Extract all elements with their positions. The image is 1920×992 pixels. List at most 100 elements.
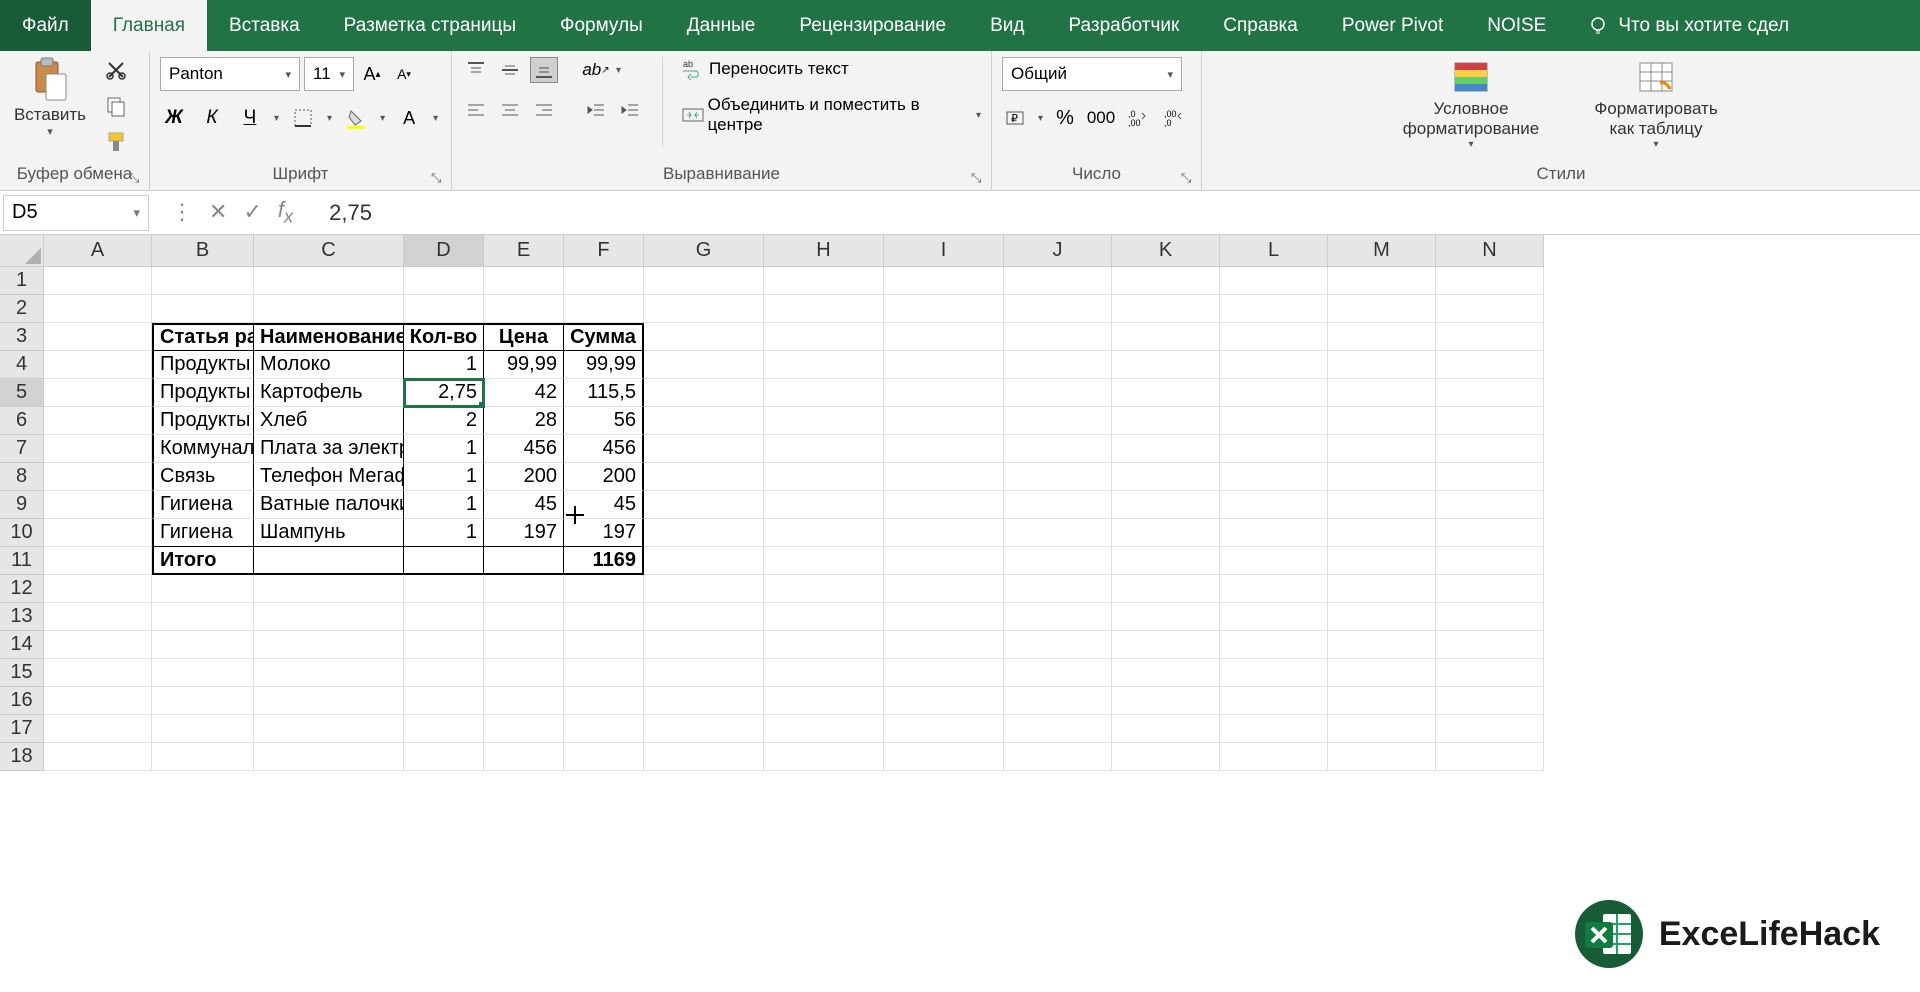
cell-L14[interactable] [1220, 631, 1328, 659]
cell-A2[interactable] [44, 295, 152, 323]
cell-K14[interactable] [1112, 631, 1220, 659]
cell-J14[interactable] [1004, 631, 1112, 659]
align-middle-button[interactable] [496, 57, 524, 83]
col-header-L[interactable]: L [1220, 235, 1328, 267]
cell-C3[interactable]: Наименование [254, 323, 404, 351]
row-header-12[interactable]: 12 [0, 575, 44, 603]
cell-A4[interactable] [44, 351, 152, 379]
cell-L2[interactable] [1220, 295, 1328, 323]
cell-D1[interactable] [404, 267, 484, 295]
cell-J4[interactable] [1004, 351, 1112, 379]
cell-I4[interactable] [884, 351, 1004, 379]
cell-J5[interactable] [1004, 379, 1112, 407]
cell-M15[interactable] [1328, 659, 1436, 687]
cell-M2[interactable] [1328, 295, 1436, 323]
cell-F14[interactable] [564, 631, 644, 659]
cell-N10[interactable] [1436, 519, 1544, 547]
number-format-combo[interactable]: ▾ [1002, 57, 1182, 91]
cell-M14[interactable] [1328, 631, 1436, 659]
conditional-format-button[interactable]: Условное форматирование ▾ [1391, 57, 1551, 152]
cell-C9[interactable]: Ватные палочки [254, 491, 404, 519]
font-launcher[interactable]: ⤡ [431, 170, 447, 186]
cell-I3[interactable] [884, 323, 1004, 351]
cell-H17[interactable] [764, 715, 884, 743]
align-left-button[interactable] [462, 97, 490, 123]
cell-M5[interactable] [1328, 379, 1436, 407]
cell-K2[interactable] [1112, 295, 1220, 323]
accounting-format-button[interactable]: ₽ [1002, 105, 1030, 131]
row-header-17[interactable]: 17 [0, 715, 44, 743]
cell-B9[interactable]: Гигиена [152, 491, 254, 519]
cell-I17[interactable] [884, 715, 1004, 743]
cell-A12[interactable] [44, 575, 152, 603]
cell-G15[interactable] [644, 659, 764, 687]
percent-button[interactable]: % [1051, 105, 1079, 131]
cell-E8[interactable]: 200 [484, 463, 564, 491]
cell-C8[interactable]: Телефон Мегаф [254, 463, 404, 491]
cell-N2[interactable] [1436, 295, 1544, 323]
cell-D3[interactable]: Кол-во [404, 323, 484, 351]
cell-G17[interactable] [644, 715, 764, 743]
cell-K11[interactable] [1112, 547, 1220, 575]
ribbon-tab-7[interactable]: Вид [968, 0, 1046, 51]
decrease-decimal-button[interactable]: ,00,0 [1159, 105, 1187, 131]
cell-C5[interactable]: Картофель [254, 379, 404, 407]
cell-N4[interactable] [1436, 351, 1544, 379]
cell-K7[interactable] [1112, 435, 1220, 463]
cell-C17[interactable] [254, 715, 404, 743]
cell-E11[interactable] [484, 547, 564, 575]
cell-A3[interactable] [44, 323, 152, 351]
cell-L10[interactable] [1220, 519, 1328, 547]
cell-F5[interactable]: 115,5 [564, 379, 644, 407]
cell-E16[interactable] [484, 687, 564, 715]
cell-N14[interactable] [1436, 631, 1544, 659]
cell-D11[interactable] [404, 547, 484, 575]
row-header-18[interactable]: 18 [0, 743, 44, 771]
increase-font-button[interactable]: A▴ [358, 61, 386, 87]
cell-D9[interactable]: 1 [404, 491, 484, 519]
cancel-formula-button[interactable]: ✕ [209, 199, 227, 225]
cell-I15[interactable] [884, 659, 1004, 687]
number-launcher[interactable]: ⤡ [1181, 170, 1197, 186]
cell-J18[interactable] [1004, 743, 1112, 771]
cell-G1[interactable] [644, 267, 764, 295]
enter-formula-button[interactable]: ✓ [243, 199, 261, 225]
cell-N11[interactable] [1436, 547, 1544, 575]
cell-H14[interactable] [764, 631, 884, 659]
row-header-10[interactable]: 10 [0, 519, 44, 547]
cell-M8[interactable] [1328, 463, 1436, 491]
col-header-J[interactable]: J [1004, 235, 1112, 267]
cell-G2[interactable] [644, 295, 764, 323]
cell-J7[interactable] [1004, 435, 1112, 463]
cell-N9[interactable] [1436, 491, 1544, 519]
col-header-B[interactable]: B [152, 235, 254, 267]
decrease-indent-button[interactable] [582, 97, 610, 123]
cell-B17[interactable] [152, 715, 254, 743]
cell-I14[interactable] [884, 631, 1004, 659]
cell-C12[interactable] [254, 575, 404, 603]
fill-handle[interactable] [479, 402, 484, 407]
cell-J15[interactable] [1004, 659, 1112, 687]
cell-H10[interactable] [764, 519, 884, 547]
cell-L13[interactable] [1220, 603, 1328, 631]
italic-button[interactable]: К [198, 105, 226, 131]
orientation-button[interactable]: ab↗ [582, 57, 610, 83]
cell-K3[interactable] [1112, 323, 1220, 351]
cell-J10[interactable] [1004, 519, 1112, 547]
cell-H1[interactable] [764, 267, 884, 295]
cell-D5[interactable]: 2,75 [404, 379, 484, 407]
cell-A16[interactable] [44, 687, 152, 715]
format-painter-button[interactable] [102, 129, 130, 155]
cell-N12[interactable] [1436, 575, 1544, 603]
cell-J3[interactable] [1004, 323, 1112, 351]
cell-N18[interactable] [1436, 743, 1544, 771]
col-header-E[interactable]: E [484, 235, 564, 267]
cell-N13[interactable] [1436, 603, 1544, 631]
cell-D8[interactable]: 1 [404, 463, 484, 491]
col-header-C[interactable]: C [254, 235, 404, 267]
cell-H2[interactable] [764, 295, 884, 323]
font-name-input[interactable] [169, 64, 285, 84]
cell-H12[interactable] [764, 575, 884, 603]
cell-J1[interactable] [1004, 267, 1112, 295]
cell-J8[interactable] [1004, 463, 1112, 491]
